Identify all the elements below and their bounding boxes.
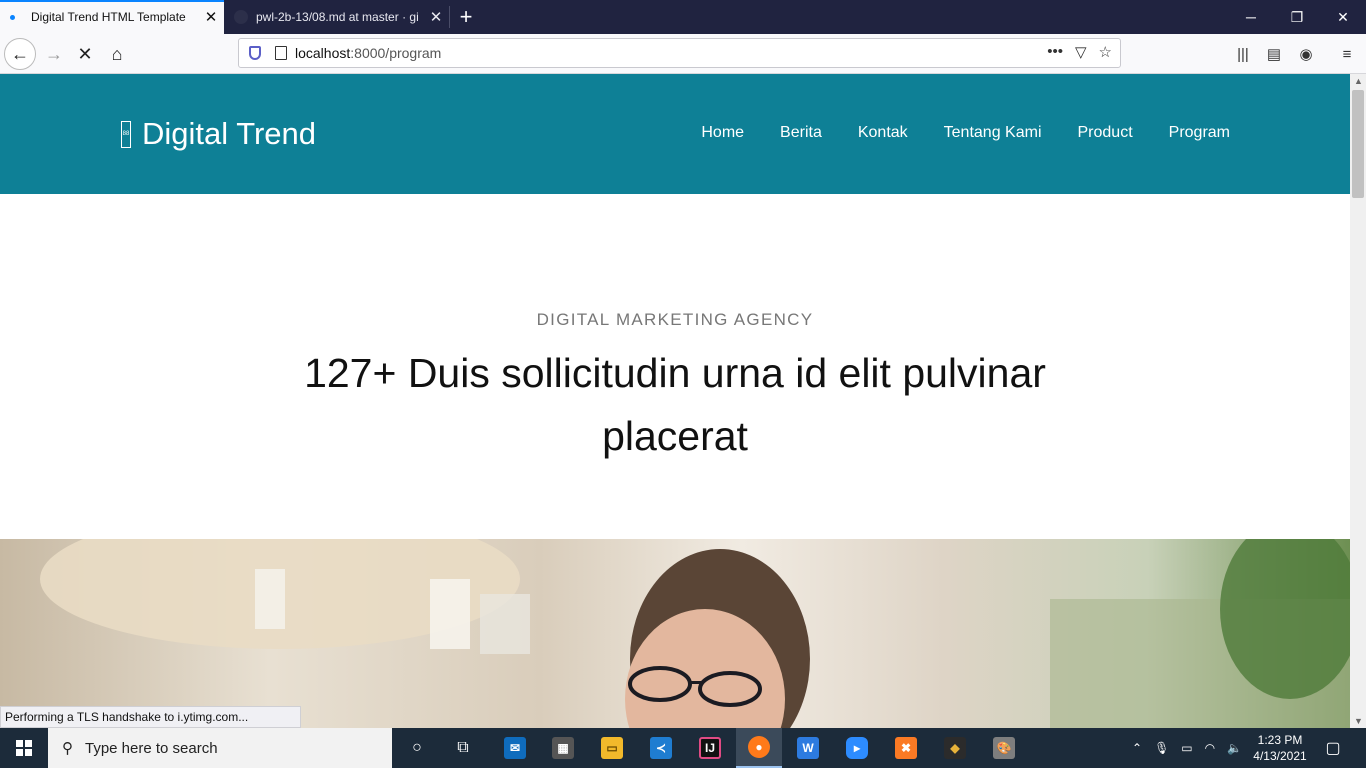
close-tab-icon[interactable]: ✕ (423, 8, 449, 26)
nav-product[interactable]: Product (1078, 124, 1133, 142)
photo-woman-cafe (40, 539, 1350, 728)
pocket-icon[interactable]: ▽ (1075, 43, 1087, 61)
main-nav: Home Berita Kontak Tentang Kami Product … (701, 124, 1230, 142)
restore-button[interactable]: ❐ (1274, 0, 1320, 34)
stop-loading-button[interactable]: ✕ (69, 38, 101, 70)
nav-berita[interactable]: Berita (780, 124, 822, 142)
tracking-shield-icon[interactable] (249, 46, 261, 60)
site-header: 88 Digital Trend Home Berita Kontak Tent… (0, 74, 1350, 194)
page-scrollbar[interactable]: ▲ ▼ (1350, 74, 1366, 728)
bookmark-star-icon[interactable]: ☆ (1099, 43, 1112, 61)
search-placeholder: Type here to search (85, 739, 218, 757)
git-app-icon[interactable]: ◆ (932, 728, 978, 768)
nav-home[interactable]: Home (701, 124, 744, 142)
brand-logo-icon: 88 (121, 120, 131, 148)
zoom-icon[interactable]: ▸ (834, 728, 880, 768)
vscode-icon[interactable]: ≺ (638, 728, 684, 768)
nav-kontak[interactable]: Kontak (858, 124, 908, 142)
wps-writer-icon[interactable]: W (785, 728, 831, 768)
taskbar-search[interactable]: ⚲ Type here to search (48, 728, 392, 768)
url-host: localhost (295, 45, 351, 61)
page-viewport: 88 Digital Trend Home Berita Kontak Tent… (0, 74, 1350, 728)
status-bar: Performing a TLS handshake to i.ytimg.co… (0, 706, 302, 728)
brand-name: Digital Trend (142, 116, 317, 151)
start-button[interactable] (0, 728, 48, 768)
tab-divider (449, 6, 450, 28)
new-tab-button[interactable]: + (452, 0, 480, 34)
tab-github[interactable]: pwl-2b-13/08.md at master · gi ✕ (225, 0, 449, 34)
store-icon[interactable]: ▦ (540, 728, 586, 768)
clock-date: 4/13/2021 (1253, 749, 1307, 763)
close-window-button[interactable]: ✕ (1320, 0, 1366, 34)
tab-strip: Digital Trend HTML Template ✕ pwl-2b-13/… (0, 0, 1366, 34)
mail-icon[interactable]: ✉ (492, 728, 538, 768)
hero-title: 127+ Duis sollicitudin urna id elit pulv… (304, 350, 1046, 459)
show-hidden-icons-icon[interactable]: ⌃ (1132, 741, 1142, 755)
nav-program[interactable]: Program (1169, 124, 1230, 142)
close-tab-icon[interactable]: ✕ (198, 8, 224, 26)
clock[interactable]: 1:23 PM 4/13/2021 (1250, 732, 1310, 764)
page-info-icon[interactable] (275, 46, 287, 60)
url-path: :8000/program (350, 45, 442, 61)
address-bar[interactable]: localhost :8000/program ••• ▽ ☆ (238, 38, 1121, 68)
clock-time: 1:23 PM (1257, 733, 1303, 747)
minimize-button[interactable]: ─ (1228, 0, 1274, 34)
paint-icon[interactable]: 🎨 (981, 728, 1027, 768)
system-tray: ⌃ 🎙 ▭ ◠ 🔈 (1132, 728, 1242, 768)
github-icon (234, 10, 248, 24)
menu-icon[interactable]: ≡ (1332, 38, 1362, 70)
xampp-icon[interactable]: ✖ (883, 728, 929, 768)
forward-button[interactable]: → (38, 38, 70, 70)
sidebar-icon[interactable]: ▤ (1259, 38, 1289, 70)
file-explorer-icon[interactable]: ▭ (589, 728, 635, 768)
library-icon[interactable]: ||| (1228, 38, 1258, 70)
volume-icon[interactable]: 🔈 (1227, 741, 1242, 755)
account-icon[interactable]: ◉ (1291, 38, 1321, 70)
scrollbar-thumb[interactable] (1352, 90, 1364, 198)
page-actions-icon[interactable]: ••• (1047, 43, 1063, 61)
loading-indicator-icon (10, 14, 15, 20)
battery-icon[interactable]: ▭ (1181, 741, 1192, 755)
intellij-icon[interactable]: IJ (687, 728, 733, 768)
cortana-icon[interactable]: ○ (394, 728, 440, 768)
wifi-icon[interactable]: ◠ (1205, 741, 1215, 755)
tab-title: pwl-2b-13/08.md at master · gi (256, 10, 419, 24)
firefox-icon[interactable]: ● (736, 728, 782, 768)
task-view-icon[interactable]: ⧉ (440, 728, 486, 768)
browser-window: Digital Trend HTML Template ✕ pwl-2b-13/… (0, 0, 1366, 768)
windows-taskbar: ⚲ Type here to search ○ ⧉ ✉ ▦ ▭ ≺ IJ ● W… (0, 728, 1366, 768)
nav-tentang-kami[interactable]: Tentang Kami (944, 124, 1042, 142)
search-icon: ⚲ (62, 740, 73, 757)
back-button[interactable]: ← (4, 38, 36, 70)
navigation-toolbar: ← → ✕ ⌂ localhost :8000/program ••• ▽ ☆ … (0, 34, 1366, 74)
scroll-up-icon[interactable]: ▲ (1354, 76, 1363, 86)
hero-photo (0, 539, 1350, 728)
windows-logo-icon (16, 740, 32, 756)
scroll-down-icon[interactable]: ▼ (1354, 716, 1363, 726)
hero-subtitle: DIGITAL MARKETING AGENCY (536, 310, 814, 329)
home-button[interactable]: ⌂ (101, 38, 133, 70)
microphone-icon[interactable]: 🎙 (1154, 741, 1169, 755)
brand-link[interactable]: 88 Digital Trend (121, 116, 316, 152)
notifications-icon[interactable]: ▢ (1310, 728, 1356, 768)
tab-title: Digital Trend HTML Template (31, 10, 186, 24)
tab-digital-trend[interactable]: Digital Trend HTML Template ✕ (0, 0, 224, 34)
